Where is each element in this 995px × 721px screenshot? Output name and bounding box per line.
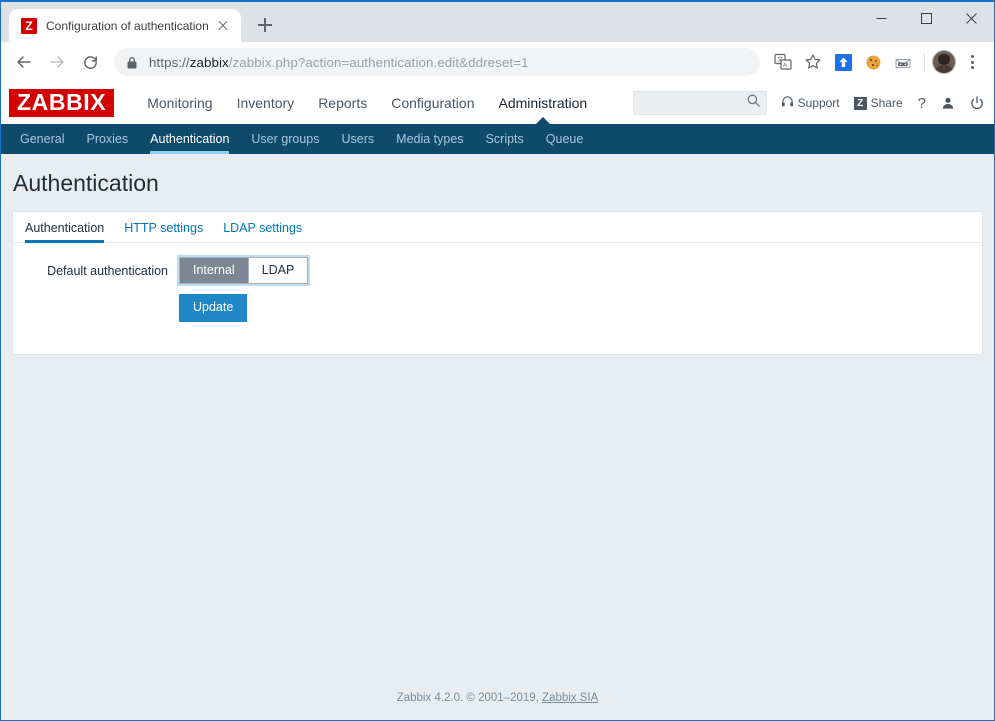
browser-tab-title: Configuration of authentication (46, 18, 209, 33)
browser-titlebar: Z Configuration of authentication (1, 2, 994, 42)
submenu-item-users[interactable]: Users (331, 124, 386, 154)
tab-ldap-settings[interactable]: LDAP settings (213, 221, 312, 242)
nav-item-administration[interactable]: Administration (487, 82, 600, 125)
form-tab-row: Authentication HTTP settings LDAP settin… (13, 212, 982, 243)
search-box[interactable] (632, 91, 767, 115)
authentication-form: Default authentication Internal LDAP Upd… (13, 243, 982, 354)
zabbix-header: ZABBIX Monitoring Inventory Reports Conf… (1, 82, 994, 125)
power-icon[interactable] (970, 96, 984, 110)
maximize-icon[interactable] (904, 2, 949, 34)
update-button[interactable]: Update (179, 294, 248, 322)
tab-http-settings[interactable]: HTTP settings (114, 221, 213, 242)
help-icon[interactable]: ? (918, 95, 926, 112)
share-label: Share (870, 96, 903, 110)
submenu-item-queue[interactable]: Queue (535, 124, 595, 154)
minimize-icon[interactable] (859, 2, 904, 34)
browser-toolbar: https://zabbix/zabbix.php?action=authent… (1, 42, 994, 82)
window-controls (859, 2, 994, 34)
submenu-item-scripts[interactable]: Scripts (475, 124, 535, 154)
translate-icon[interactable]: 文 A (769, 48, 797, 76)
footer-link-zabbix-sia[interactable]: Zabbix SIA (542, 692, 598, 704)
radio-option-internal[interactable]: Internal (180, 258, 248, 283)
extension-mask-icon[interactable] (889, 48, 917, 76)
lock-icon (126, 56, 139, 69)
support-link[interactable]: Support (781, 95, 840, 111)
avatar[interactable] (932, 50, 956, 74)
address-bar[interactable]: https://zabbix/zabbix.php?action=authent… (114, 48, 760, 76)
submenu-bar: General Proxies Authentication User grou… (1, 124, 994, 154)
submenu-item-general[interactable]: General (9, 124, 75, 154)
search-input[interactable] (639, 95, 747, 111)
svg-text:A: A (783, 63, 787, 69)
header-actions: Support Z Share ? (632, 91, 994, 115)
form-actions-row: Update (13, 294, 982, 322)
default-authentication-radio-group[interactable]: Internal LDAP (179, 257, 309, 284)
search-icon[interactable] (747, 94, 760, 112)
zabbix-share-badge: Z (853, 96, 867, 110)
user-icon[interactable] (941, 96, 955, 110)
share-link[interactable]: Z Share (853, 96, 903, 110)
zabbix-logo[interactable]: ZABBIX (9, 89, 115, 117)
page-footer: Zabbix 4.2.0. © 2001–2019, Zabbix SIA (1, 692, 994, 720)
submenu-item-media-types[interactable]: Media types (385, 124, 474, 154)
submenu-item-authentication[interactable]: Authentication (139, 124, 240, 154)
address-bar-url: https://zabbix/zabbix.php?action=authent… (149, 54, 529, 70)
footer-copyright: Zabbix 4.2.0. © 2001–2019, (396, 692, 543, 704)
main-navigation: Monitoring Inventory Reports Configurati… (135, 82, 600, 125)
default-authentication-label: Default authentication (47, 263, 168, 278)
page-title: Authentication (13, 170, 159, 196)
reload-icon[interactable] (75, 47, 105, 77)
forward-arrow-icon[interactable] (42, 47, 72, 77)
new-tab-button[interactable] (251, 11, 279, 39)
nav-item-configuration[interactable]: Configuration (379, 82, 486, 124)
nav-item-inventory[interactable]: Inventory (225, 82, 307, 124)
tab-authentication[interactable]: Authentication (25, 221, 114, 243)
authentication-card: Authentication HTTP settings LDAP settin… (12, 211, 983, 355)
bookmark-star-icon[interactable] (799, 48, 827, 76)
page-content: Authentication Authentication HTTP setti… (1, 154, 994, 720)
browser-tab[interactable]: Z Configuration of authentication (9, 9, 241, 42)
close-icon[interactable] (949, 2, 994, 34)
back-arrow-icon[interactable] (9, 47, 39, 77)
browser-window: Z Configuration of authentication https:… (0, 0, 995, 721)
headset-icon (781, 95, 794, 111)
zabbix-favicon: Z (21, 17, 37, 34)
extension-cookie-icon[interactable] (859, 48, 887, 76)
submenu-item-user-groups[interactable]: User groups (240, 124, 330, 154)
radio-option-ldap[interactable]: LDAP (247, 258, 308, 283)
submenu-item-proxies[interactable]: Proxies (75, 124, 139, 154)
page-viewport: ZABBIX Monitoring Inventory Reports Conf… (1, 82, 994, 720)
nav-item-reports[interactable]: Reports (306, 82, 379, 124)
toolbar-divider (924, 53, 925, 71)
default-authentication-row: Default authentication Internal LDAP (13, 257, 982, 284)
support-label: Support (797, 96, 840, 110)
extension-blue-arrow-icon[interactable] (829, 48, 857, 76)
kebab-menu-icon[interactable] (958, 48, 986, 76)
nav-item-monitoring[interactable]: Monitoring (135, 82, 224, 124)
close-icon[interactable] (215, 18, 231, 34)
tab-strip: Z Configuration of authentication (1, 2, 279, 42)
